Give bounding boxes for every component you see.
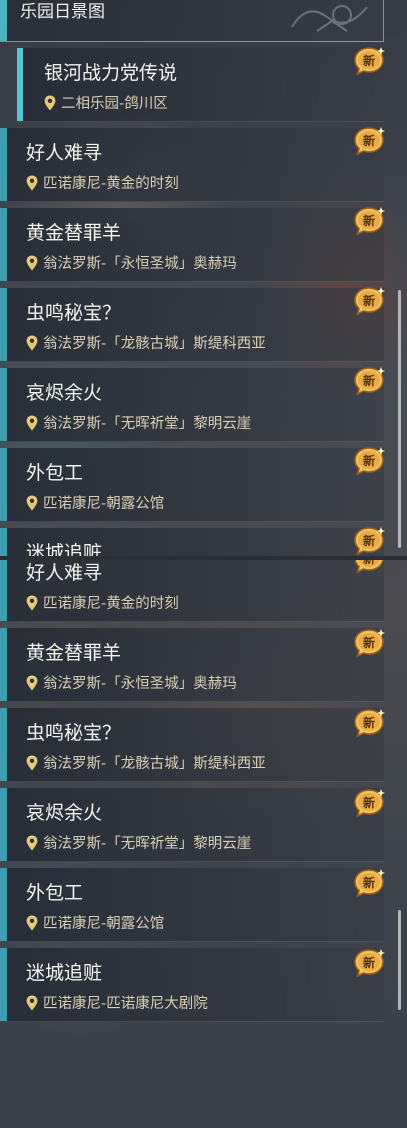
quest-location: 翁法罗斯-「龙骸古城」斯缇科西亚	[26, 752, 266, 773]
new-badge-icon	[352, 788, 386, 818]
quest-location: 翁法罗斯-「无晖祈堂」黎明云崖	[26, 832, 251, 853]
quest-location: 翁法罗斯-「无晖祈堂」黎明云崖	[26, 412, 251, 433]
new-badge-icon	[352, 560, 386, 574]
map-pin-icon	[26, 495, 38, 511]
quest-location: 匹诺康尼-朝露公馆	[26, 912, 164, 933]
new-badge-icon	[352, 446, 386, 476]
quest-location-text: 翁法罗斯-「无晖祈堂」黎明云崖	[43, 416, 252, 432]
quest-name: 外包工	[26, 462, 84, 484]
map-pin-icon	[26, 255, 38, 271]
quest-item[interactable]: 外包工 匹诺康尼-朝露公馆	[0, 448, 384, 522]
new-badge-icon	[352, 366, 386, 396]
quest-location-text: 翁法罗斯-「永恒圣城」奥赫玛	[43, 256, 237, 272]
map-pin-icon	[26, 675, 38, 691]
quest-location: 匹诺康尼-匹诺康尼大剧院	[26, 992, 208, 1013]
quest-location-text: 匹诺康尼-朝露公馆	[43, 916, 165, 932]
item-accent-bar	[0, 788, 7, 861]
map-pin-icon	[26, 335, 38, 351]
quest-location-text: 匹诺康尼-黄金的时刻	[43, 596, 179, 612]
quest-name: 黄金替罪羊	[26, 222, 122, 244]
new-badge-icon	[352, 286, 386, 316]
new-badge-icon	[352, 708, 386, 738]
quest-item[interactable]: 迷城追赃 匹诺康尼-匹诺康尼大剧院	[0, 948, 384, 1022]
item-accent-bar	[0, 948, 7, 1021]
quest-location: 翁法罗斯-「龙骸古城」斯缇科西亚	[26, 332, 266, 353]
item-accent-bar	[0, 368, 7, 441]
quest-location-text: 匹诺康尼-朝露公馆	[43, 496, 165, 512]
quest-location-text: 二相乐园-鸽川区	[61, 96, 168, 112]
new-badge-icon	[352, 46, 386, 76]
item-accent-bar	[0, 528, 7, 556]
quest-location-text: 匹诺康尼-黄金的时刻	[43, 176, 179, 192]
map-pin-icon	[26, 595, 38, 611]
selected-accent-bar	[17, 48, 23, 121]
quest-location: 二相乐园-鸽川区	[44, 92, 168, 113]
quest-item[interactable]: 哀烬余火 翁法罗斯-「无晖祈堂」黎明云崖	[0, 788, 384, 862]
quest-name: 虫鸣秘宝？	[26, 722, 122, 744]
quest-location-text: 翁法罗斯-「永恒圣城」奥赫玛	[43, 676, 237, 692]
header-accent-bar	[0, 0, 7, 41]
quest-location: 匹诺康尼-黄金的时刻	[26, 592, 179, 613]
scrollbar-thumb[interactable]	[398, 910, 401, 1010]
quest-name: 迷城追赃	[26, 542, 103, 556]
new-badge-icon	[352, 206, 386, 236]
item-accent-bar	[0, 708, 7, 781]
quest-name: 黄金替罪羊	[26, 642, 122, 664]
quest-item[interactable]: 外包工 匹诺康尼-朝露公馆	[0, 868, 384, 942]
map-pin-icon	[26, 415, 38, 431]
quest-location: 匹诺康尼-黄金的时刻	[26, 172, 179, 193]
quest-location-text: 匹诺康尼-匹诺康尼大剧院	[43, 996, 208, 1012]
area-header-title: 乐园日景图	[20, 2, 105, 22]
map-pin-icon	[26, 835, 38, 851]
item-accent-bar	[0, 128, 7, 201]
quest-item[interactable]: 好人难寻 匹诺康尼-黄金的时刻	[0, 560, 384, 622]
map-pin-icon	[26, 755, 38, 771]
ornament-pattern-icon	[291, 5, 368, 32]
quest-item[interactable]: 好人难寻 匹诺康尼-黄金的时刻	[0, 128, 384, 202]
quest-name: 虫鸣秘宝？	[26, 302, 122, 324]
quest-item[interactable]: 黄金替罪羊 翁法罗斯-「永恒圣城」奥赫玛	[0, 628, 384, 702]
quest-location-text: 翁法罗斯-「龙骸古城」斯缇科西亚	[43, 336, 266, 352]
map-pin-icon	[44, 95, 56, 111]
quest-name: 哀烬余火	[26, 382, 103, 404]
quest-location: 匹诺康尼-朝露公馆	[26, 492, 164, 513]
map-pin-icon	[26, 995, 38, 1011]
map-pin-icon	[26, 175, 38, 191]
quest-location: 翁法罗斯-「永恒圣城」奥赫玛	[26, 252, 237, 273]
quest-name: 哀烬余火	[26, 802, 103, 824]
item-accent-bar	[0, 208, 7, 281]
quest-location-text: 翁法罗斯-「无晖祈堂」黎明云崖	[43, 836, 252, 852]
area-header[interactable]: 乐园日景图	[0, 0, 384, 42]
new-badge-icon	[352, 948, 386, 978]
quest-name: 好人难寻	[26, 562, 103, 584]
quest-item[interactable]: 哀烬余火 翁法罗斯-「无晖祈堂」黎明云崖	[0, 368, 384, 442]
quest-name: 好人难寻	[26, 142, 103, 164]
quest-name: 银河战力党传说	[44, 62, 178, 84]
map-pin-icon	[26, 915, 38, 931]
quest-name: 迷城追赃	[26, 962, 103, 984]
quest-list-panel-top: 乐园日景图 银河战力党传说 二相乐园-鸽川区 好人难寻 匹诺康尼-黄金的时刻 黄…	[0, 0, 407, 556]
quest-item-selected[interactable]: 银河战力党传说 二相乐园-鸽川区	[17, 48, 384, 122]
item-accent-bar	[0, 288, 7, 361]
item-accent-bar	[0, 560, 7, 621]
item-accent-bar	[0, 628, 7, 701]
scrollbar-thumb[interactable]	[398, 290, 401, 548]
item-accent-bar	[0, 868, 7, 941]
quest-item[interactable]: 黄金替罪羊 翁法罗斯-「永恒圣城」奥赫玛	[0, 208, 384, 282]
quest-item[interactable]: 虫鸣秘宝？ 翁法罗斯-「龙骸古城」斯缇科西亚	[0, 288, 384, 362]
quest-location-text: 翁法罗斯-「龙骸古城」斯缇科西亚	[43, 756, 266, 772]
quest-item[interactable]: 虫鸣秘宝？ 翁法罗斯-「龙骸古城」斯缇科西亚	[0, 708, 384, 782]
new-badge-icon	[352, 868, 386, 898]
quest-location: 翁法罗斯-「永恒圣城」奥赫玛	[26, 672, 237, 693]
new-badge-icon	[352, 526, 386, 556]
new-badge-icon	[352, 126, 386, 156]
new-badge-icon	[352, 628, 386, 658]
item-accent-bar	[0, 448, 7, 521]
quest-name: 外包工	[26, 882, 84, 904]
quest-list-panel-bottom: 好人难寻 匹诺康尼-黄金的时刻 黄金替罪羊 翁法罗斯-「永恒圣城」奥赫玛 虫鸣秘…	[0, 560, 407, 1128]
quest-item-partial[interactable]: 迷城追赃	[0, 528, 384, 556]
